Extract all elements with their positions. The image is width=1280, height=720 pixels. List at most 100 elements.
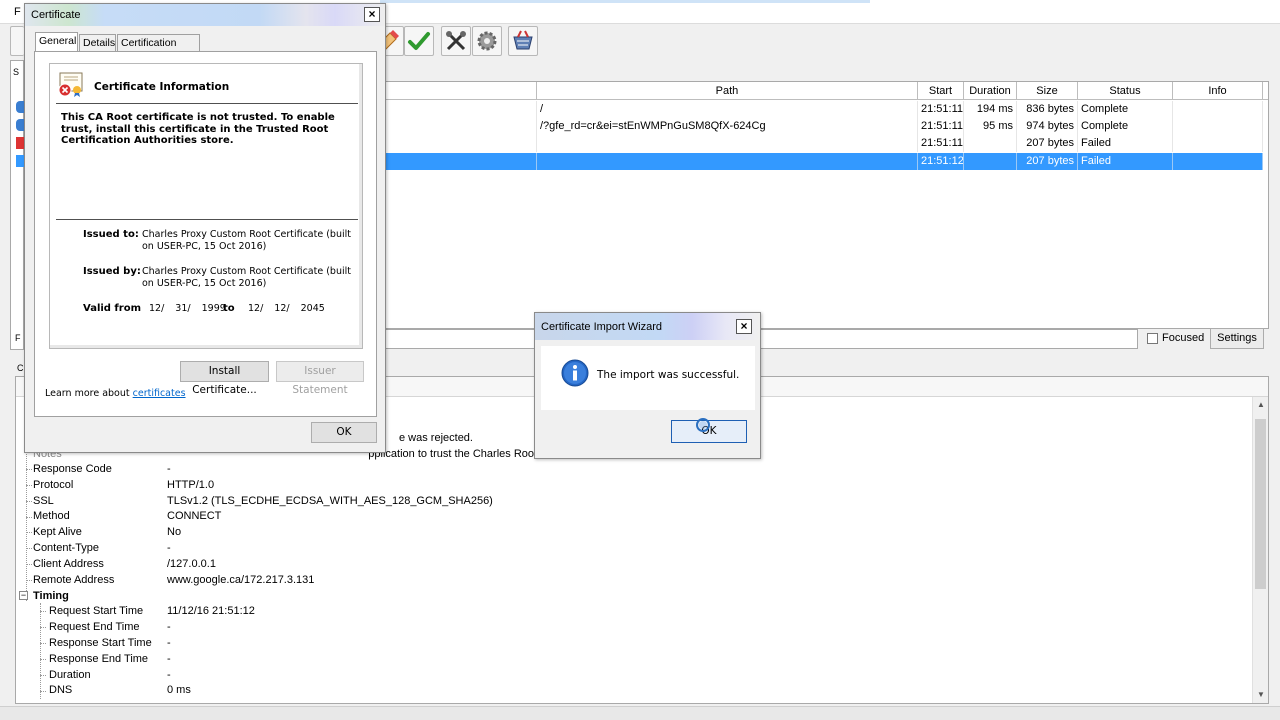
import-success-message: The import was successful. <box>597 369 740 381</box>
certificate-dialog: Certificate × General Details Certificat… <box>24 3 386 453</box>
timing-value: - <box>167 669 171 681</box>
filter-settings-button[interactable]: Settings <box>1210 328 1264 349</box>
detail-value: TLSv1.2 (TLS_ECDHE_ECDSA_WITH_AES_128_GC… <box>167 495 493 507</box>
sequence-table: Path Start Duration Size Status Info / 2… <box>380 81 1269 329</box>
column-header-start[interactable]: Start <box>918 82 964 100</box>
filter-label-letter: F <box>15 333 21 343</box>
detail-value: www.google.ca/172.217.3.131 <box>167 574 315 586</box>
column-header-status[interactable]: Status <box>1078 82 1173 100</box>
tree-branch <box>26 501 32 502</box>
selected-item-marker <box>16 155 24 167</box>
size-cell: 974 bytes <box>1017 118 1078 135</box>
info-icon <box>561 359 589 387</box>
learn-more-row: Learn more about certificates <box>45 388 186 400</box>
tree-connector <box>40 603 41 699</box>
validate-button[interactable] <box>404 26 434 56</box>
column-header-host[interactable] <box>380 82 537 100</box>
column-header-path[interactable]: Path <box>537 82 918 100</box>
details-scrollbar[interactable]: ▲ ▼ <box>1252 397 1268 703</box>
tab-general[interactable]: General <box>35 32 78 52</box>
start-cell: 21:51:11 <box>918 118 964 135</box>
tree-branch <box>26 532 32 533</box>
learn-more-text: Learn more about <box>45 388 130 399</box>
timing-value: 11/12/16 21:51:12 <box>167 605 255 617</box>
tab-certification-path[interactable]: Certification Path <box>117 34 200 65</box>
close-icon[interactable]: × <box>736 319 752 334</box>
issuer-statement-button[interactable]: Issuer Statement <box>276 361 364 396</box>
info-cell <box>1173 118 1263 135</box>
focused-label: Focused <box>1162 332 1205 344</box>
path-cell <box>537 135 918 152</box>
menu-file[interactable]: F <box>14 6 21 18</box>
timing-key: Duration <box>49 669 91 681</box>
close-icon[interactable]: × <box>364 7 380 22</box>
tree-branch <box>40 691 46 692</box>
focused-checkbox[interactable] <box>1147 332 1158 344</box>
valid-to-label: to <box>223 303 235 314</box>
trust-warning-text: This CA Root certificate is not trusted.… <box>61 112 335 146</box>
import-wizard-title: Certificate Import Wizard <box>541 321 663 333</box>
table-row[interactable]: 21:51:11 207 bytes Failed <box>380 135 1263 152</box>
detail-key: Content-Type <box>33 542 100 554</box>
certificate-general-panel: Certificate Information This CA Root cer… <box>34 51 377 417</box>
globe-icon <box>16 119 24 131</box>
timing-group-label[interactable]: Timing <box>33 588 69 604</box>
collapse-toggle-icon[interactable]: − <box>19 591 28 600</box>
tree-branch <box>40 627 46 628</box>
column-header-duration[interactable]: Duration <box>964 82 1017 100</box>
timing-value: - <box>167 637 171 649</box>
tools-icon <box>446 31 466 51</box>
tab-details[interactable]: Details <box>79 34 116 51</box>
filter-bar: Focused Settings <box>380 328 1269 350</box>
host-cell <box>380 118 537 135</box>
toolbar-button-partial[interactable] <box>10 26 24 56</box>
detail-key: Method <box>33 510 70 522</box>
certificates-link[interactable]: certificates <box>133 388 186 399</box>
tools-button[interactable] <box>441 26 471 56</box>
settings-gear-button[interactable] <box>472 26 502 56</box>
detail-value: HTTP/1.0 <box>167 479 215 491</box>
valid-from-label: Valid from <box>83 303 142 314</box>
issued-by-label: Issued by: <box>83 266 141 277</box>
valid-from-value: 12/ 31/ 1999 <box>149 303 226 314</box>
table-row[interactable]: /?gfe_rd=cr&ei=stEnWMPnGuSM8QfX-624Cg 21… <box>380 118 1263 135</box>
column-header-info[interactable]: Info <box>1173 82 1263 100</box>
start-cell: 21:51:11 <box>918 135 964 152</box>
notes-rejected-text: e was rejected. <box>399 432 473 444</box>
certificate-info-box: Certificate Information This CA Root cer… <box>49 63 363 349</box>
table-row-selected[interactable]: 21:51:12 207 bytes Failed <box>380 153 1263 170</box>
size-cell: 207 bytes <box>1017 135 1078 152</box>
detail-value: No <box>167 526 182 538</box>
scrollbar-thumb[interactable] <box>1255 419 1266 589</box>
detail-value: /127.0.0.1 <box>167 558 216 570</box>
status-cell: Failed <box>1078 153 1173 170</box>
host-cell <box>380 101 537 118</box>
column-header-size[interactable]: Size <box>1017 82 1078 100</box>
tree-connector <box>26 451 27 601</box>
info-cell <box>1173 153 1263 170</box>
import-wizard-dialog: Certificate Import Wizard × The import w… <box>534 312 761 459</box>
globe-icon <box>16 101 24 113</box>
tree-branch <box>26 517 32 518</box>
scroll-up-arrow-icon[interactable]: ▲ <box>1253 397 1269 413</box>
focused-toggle[interactable]: Focused <box>1147 332 1204 344</box>
certificate-info-title: Certificate Information <box>94 81 230 93</box>
host-cell <box>380 153 537 170</box>
basket-button[interactable] <box>508 26 538 56</box>
certificate-dialog-titlebar[interactable]: Certificate × <box>25 4 385 26</box>
detail-key: SSL <box>33 495 54 507</box>
status-cell: Complete <box>1078 118 1173 135</box>
timing-key: Response Start Time <box>49 637 152 649</box>
table-row[interactable]: / 21:51:11 194 ms 836 bytes Complete <box>380 101 1263 118</box>
timing-key: DNS <box>49 684 73 696</box>
install-certificate-button[interactable]: Install Certificate... <box>180 361 269 396</box>
issued-to-value: Charles Proxy Custom Root Certificate (b… <box>142 229 351 252</box>
tree-branch <box>26 485 32 486</box>
certificate-ok-button[interactable]: OK <box>311 422 377 443</box>
path-cell: / <box>537 101 918 118</box>
import-wizard-titlebar[interactable]: Certificate Import Wizard × <box>535 313 760 340</box>
size-cell: 207 bytes <box>1017 153 1078 170</box>
detail-value: - <box>167 463 171 475</box>
divider <box>56 219 358 220</box>
scroll-down-arrow-icon[interactable]: ▼ <box>1253 687 1269 703</box>
